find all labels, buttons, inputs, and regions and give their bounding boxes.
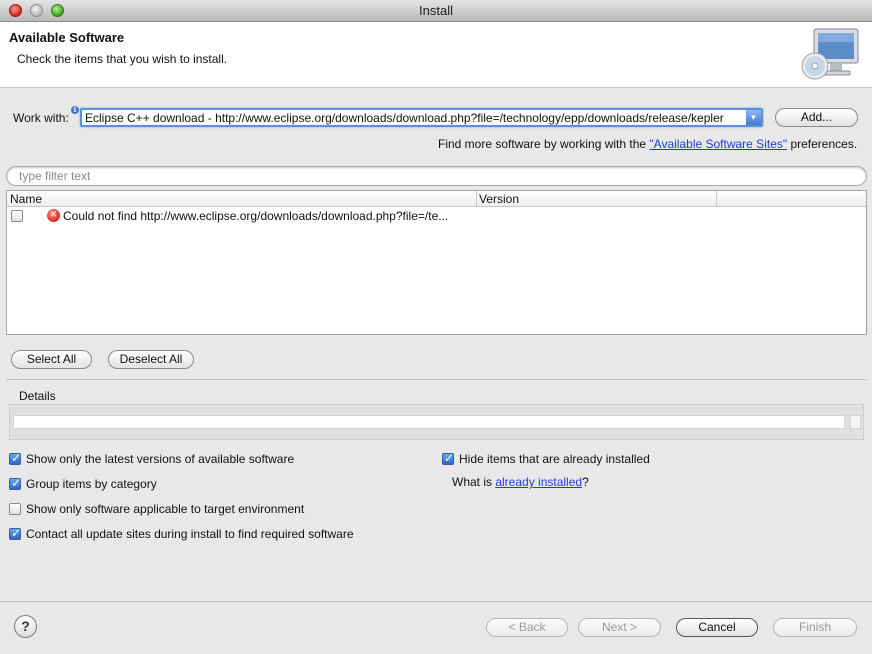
chevron-down-icon[interactable]: ▼ [746, 110, 761, 125]
what-is-installed-text: What is already installed? [452, 475, 589, 489]
page-title: Available Software [9, 30, 125, 45]
section-divider [6, 379, 867, 380]
details-scrollbar[interactable] [850, 415, 861, 429]
column-divider[interactable] [716, 191, 717, 207]
work-with-label: Work with: [13, 111, 69, 125]
info-icon: i [71, 106, 79, 114]
available-software-sites-link[interactable]: "Available Software Sites" [649, 137, 787, 151]
show-applicable-checkbox[interactable] [9, 503, 21, 515]
back-button[interactable]: < Back [486, 618, 568, 637]
select-all-button[interactable]: Select All [11, 350, 92, 369]
table-header: Name Version [7, 191, 866, 207]
find-more-text: Find more software by working with the "… [438, 137, 857, 151]
find-more-suffix: preferences. [787, 137, 858, 151]
contact-all-sites-checkbox[interactable] [9, 526, 21, 540]
show-latest-label: Show only the latest versions of availab… [26, 452, 295, 466]
work-with-value: Eclipse C++ download - http://www.eclips… [85, 111, 724, 125]
finish-button[interactable]: Finish [773, 618, 857, 637]
already-installed-link[interactable]: already installed [495, 475, 582, 489]
what-is-suffix: ? [582, 475, 589, 489]
details-label: Details [19, 389, 56, 403]
wizard-banner: Available Software Check the items that … [0, 22, 872, 88]
error-icon: ✕ [47, 209, 60, 222]
deselect-all-button[interactable]: Deselect All [108, 350, 194, 369]
add-site-button[interactable]: Add... [775, 108, 858, 127]
next-button[interactable]: Next > [578, 618, 661, 637]
show-applicable-label: Show only software applicable to target … [26, 502, 305, 516]
find-more-prefix: Find more software by working with the [438, 137, 650, 151]
hide-installed-checkbox[interactable] [442, 451, 454, 465]
column-header-name[interactable]: Name [10, 192, 42, 206]
column-divider[interactable] [476, 191, 477, 207]
details-field [13, 415, 845, 429]
title-bar: Install [0, 0, 872, 22]
group-by-category-label: Group items by category [26, 477, 157, 491]
contact-all-sites-label: Contact all update sites during install … [26, 527, 354, 541]
row-checkbox[interactable] [11, 210, 23, 222]
filter-box[interactable] [6, 166, 867, 186]
column-header-version[interactable]: Version [479, 192, 519, 206]
work-with-combo[interactable]: Eclipse C++ download - http://www.eclips… [80, 108, 763, 127]
table-row[interactable]: ✕ Could not find http://www.eclipse.org/… [7, 208, 866, 225]
window-title: Install [419, 3, 453, 18]
software-table[interactable]: Name Version ✕ Could not find http://www… [6, 190, 867, 335]
group-by-category-checkbox[interactable] [9, 476, 21, 490]
show-latest-checkbox[interactable] [9, 451, 21, 465]
filter-input[interactable] [17, 169, 847, 183]
cancel-button[interactable]: Cancel [676, 618, 758, 637]
help-icon[interactable]: ? [14, 615, 37, 638]
details-group [9, 404, 864, 440]
hide-installed-label: Hide items that are already installed [459, 452, 650, 466]
what-is-prefix: What is [452, 475, 496, 489]
row-name: Could not find http://www.eclipse.org/do… [63, 209, 449, 223]
computer-with-cd-icon [801, 28, 859, 80]
page-description: Check the items that you wish to install… [17, 52, 228, 66]
